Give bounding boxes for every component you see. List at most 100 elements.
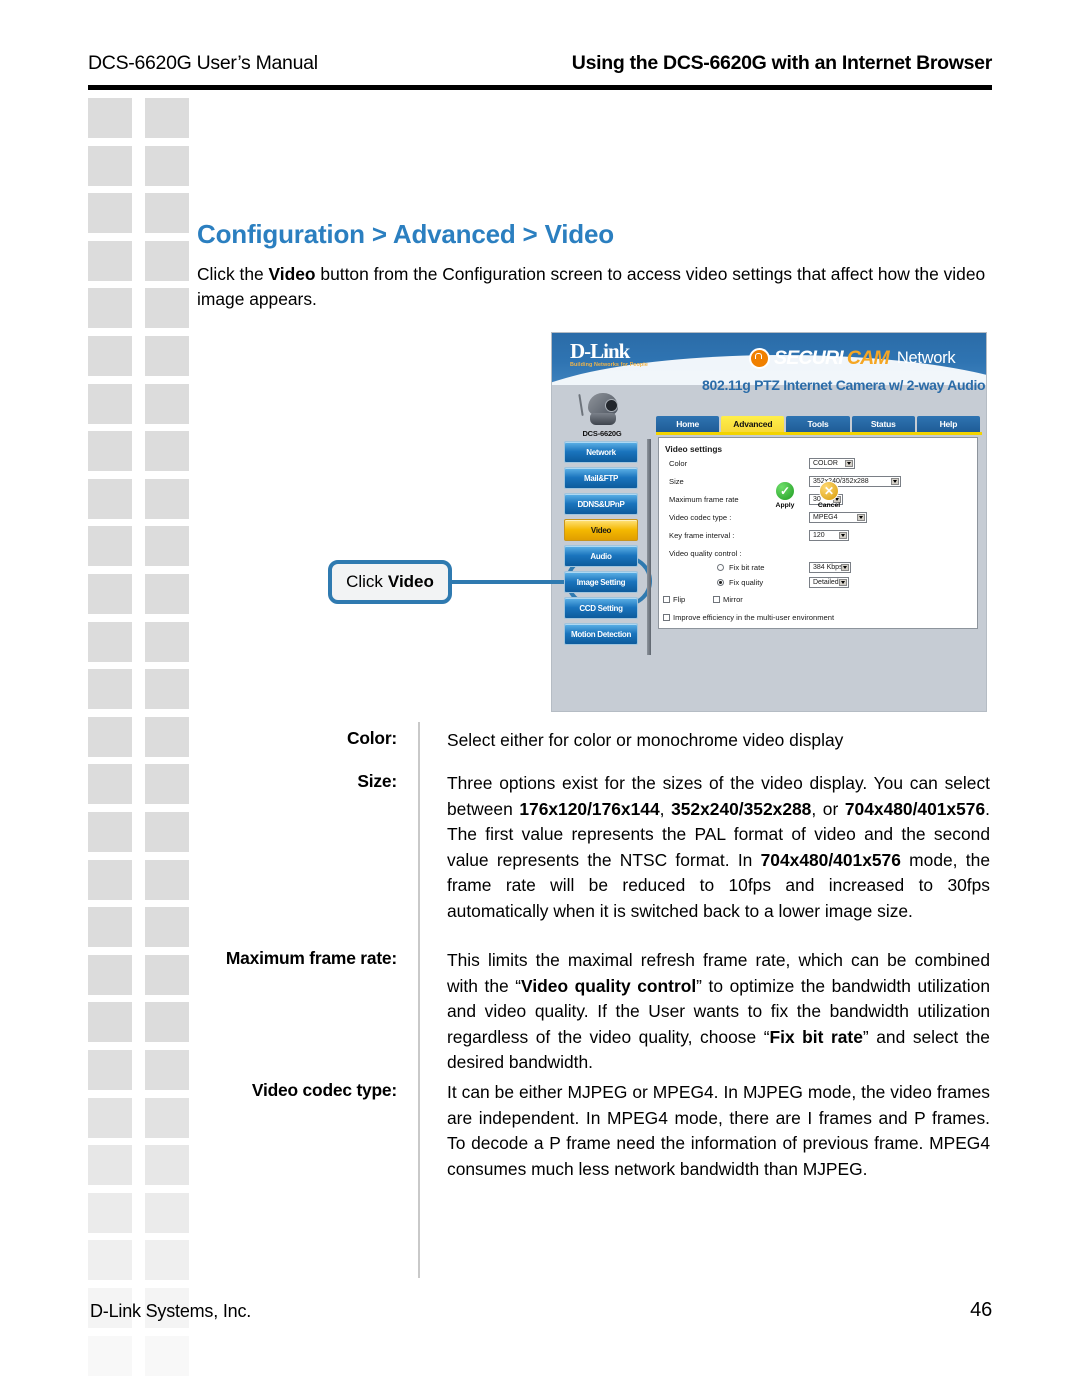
intro-bold-term: Video — [268, 264, 316, 284]
ui-sidebar-ccd-setting[interactable]: CCD Setting — [564, 597, 638, 619]
decorative-square — [88, 1335, 132, 1376]
securicam-logo: SECURI CAM Network — [749, 347, 956, 370]
decorative-square — [88, 764, 132, 805]
decorative-square — [145, 716, 189, 757]
chevron-down-icon — [845, 460, 853, 467]
decorative-square — [145, 669, 189, 710]
tabs-underline — [656, 432, 982, 435]
panel-select-key-frame-interval-[interactable]: 120 — [809, 530, 849, 541]
panel-label: Video codec type : — [669, 513, 732, 522]
panel-checkbox-row-flip-mirror: Flip Mirror — [663, 594, 963, 608]
apply-button[interactable]: ✓ Apply — [770, 481, 800, 509]
chevron-down-icon — [891, 478, 899, 485]
panel-row-color: Color COLOR — [669, 458, 969, 472]
ui-sidebar-audio[interactable]: Audio — [564, 545, 638, 567]
header-rule — [88, 85, 992, 90]
page-title: Configuration > Advanced > Video — [197, 219, 614, 249]
ui-sidebar-motion-detection[interactable]: Motion Detection — [564, 623, 638, 645]
decorative-square — [88, 193, 132, 234]
securicam-network-text: Network — [896, 349, 956, 367]
decorative-square — [145, 145, 189, 186]
definition-term: Maximum frame rate: — [225, 948, 397, 968]
decorative-square — [88, 621, 132, 662]
callout-click-video: Click Video — [328, 560, 452, 604]
intro-prefix: Click the — [197, 264, 269, 284]
decorative-square — [145, 812, 189, 852]
ui-tab-home[interactable]: Home — [656, 416, 720, 432]
dlink-logo: D-Link Building Networks for People — [570, 339, 648, 369]
decorative-square — [145, 478, 189, 519]
cancel-button[interactable]: ✕ Cancel — [814, 481, 844, 509]
camera-model-label: DCS-6620G — [582, 429, 622, 438]
decorative-square — [145, 383, 189, 424]
securicam-securi-text: SECURI — [774, 347, 844, 369]
decorative-square — [88, 478, 132, 519]
decorative-square — [88, 1050, 132, 1090]
decorative-square — [145, 193, 189, 234]
ui-sidebar-ddns-upnp[interactable]: DDNS&UPnP — [564, 493, 638, 515]
apply-cancel-group: ✓ Apply ✕ Cancel — [770, 481, 844, 509]
panel-select-color[interactable]: COLOR — [809, 458, 855, 469]
definition-term: Video codec type: — [251, 1080, 397, 1100]
radio-fix-quality[interactable] — [717, 579, 724, 586]
panel-label: Video quality control : — [669, 549, 742, 558]
decorative-square — [88, 526, 132, 567]
decorative-square — [88, 383, 132, 424]
checkbox-flip[interactable] — [663, 596, 670, 603]
camera-lens-shape — [605, 399, 618, 412]
ui-sidebar-network[interactable]: Network — [564, 441, 638, 463]
decorative-square — [88, 716, 132, 757]
sidebar-divider — [647, 439, 651, 655]
decorative-square — [88, 1002, 132, 1043]
cross-icon: ✕ — [819, 481, 839, 501]
panel-row-video-quality-control: Video quality control : — [669, 548, 969, 562]
panel-label: Key frame interval : — [669, 531, 735, 540]
chevron-down-icon — [841, 564, 849, 571]
decorative-square — [88, 1097, 132, 1138]
camera-base-shape — [590, 413, 616, 425]
decorative-square — [145, 1145, 189, 1186]
decorative-square — [88, 240, 132, 281]
ui-tab-help[interactable]: Help — [916, 416, 981, 432]
ui-tab-tools[interactable]: Tools — [786, 416, 850, 432]
panel-row-video-codec-type-: Video codec type : MPEG4 — [669, 512, 969, 526]
ui-tab-status[interactable]: Status — [851, 416, 915, 432]
ui-sidebar-mail-ftp[interactable]: Mail&FTP — [564, 467, 638, 489]
panel-select-video-codec-type-[interactable]: MPEG4 — [809, 512, 867, 523]
decorative-square — [88, 669, 132, 710]
lock-icon — [749, 348, 770, 369]
ui-tab-advanced[interactable]: Advanced — [721, 416, 785, 432]
checkbox-mirror[interactable] — [713, 596, 720, 603]
checkbox-improve-efficiency[interactable] — [663, 614, 670, 621]
decorative-square — [145, 621, 189, 662]
panel-radio-row-fix-bit-rate: Fix bit rate 384 Kbps — [669, 562, 969, 576]
decorative-square — [145, 1335, 189, 1376]
decorative-square — [145, 98, 189, 138]
decorative-square — [145, 526, 189, 567]
definition-description: Three options exist for the sizes of the… — [447, 773, 990, 921]
panel-select-fix-quality[interactable]: Detailed — [809, 577, 849, 588]
decorative-square — [145, 288, 189, 329]
dlink-wordmark: D-Link — [570, 339, 630, 363]
decorative-square — [88, 288, 132, 329]
decorative-square — [145, 1097, 189, 1138]
definition-description: Select either for color or monochrome vi… — [447, 730, 844, 750]
ui-sidebar-image-setting[interactable]: Image Setting — [564, 571, 638, 593]
panel-select-fix-bit-rate[interactable]: 384 Kbps — [809, 562, 851, 573]
decorative-square — [88, 907, 132, 948]
callout-prefix: Click — [346, 572, 383, 591]
callout-bold: Video — [387, 572, 434, 591]
video-settings-panel: Video settings Color COLOR Size 352x240/352… — [658, 437, 978, 629]
chevron-down-icon — [839, 579, 847, 586]
checkbox-label: Improve efficiency in the multi-user env… — [673, 613, 835, 622]
radio-label: Fix bit rate — [729, 563, 765, 572]
chevron-down-icon — [857, 514, 865, 521]
checkbox-label: Flip — [673, 595, 686, 604]
apply-label: Apply — [775, 502, 795, 509]
definition-term: Color: — [347, 728, 397, 748]
decorative-square — [88, 431, 132, 472]
radio-fix-bit-rate[interactable] — [717, 564, 724, 571]
definition-term: Size: — [357, 771, 397, 791]
ui-sidebar-video[interactable]: Video — [564, 519, 638, 541]
manual-title: DCS-6620G User’s Manual — [88, 52, 318, 74]
